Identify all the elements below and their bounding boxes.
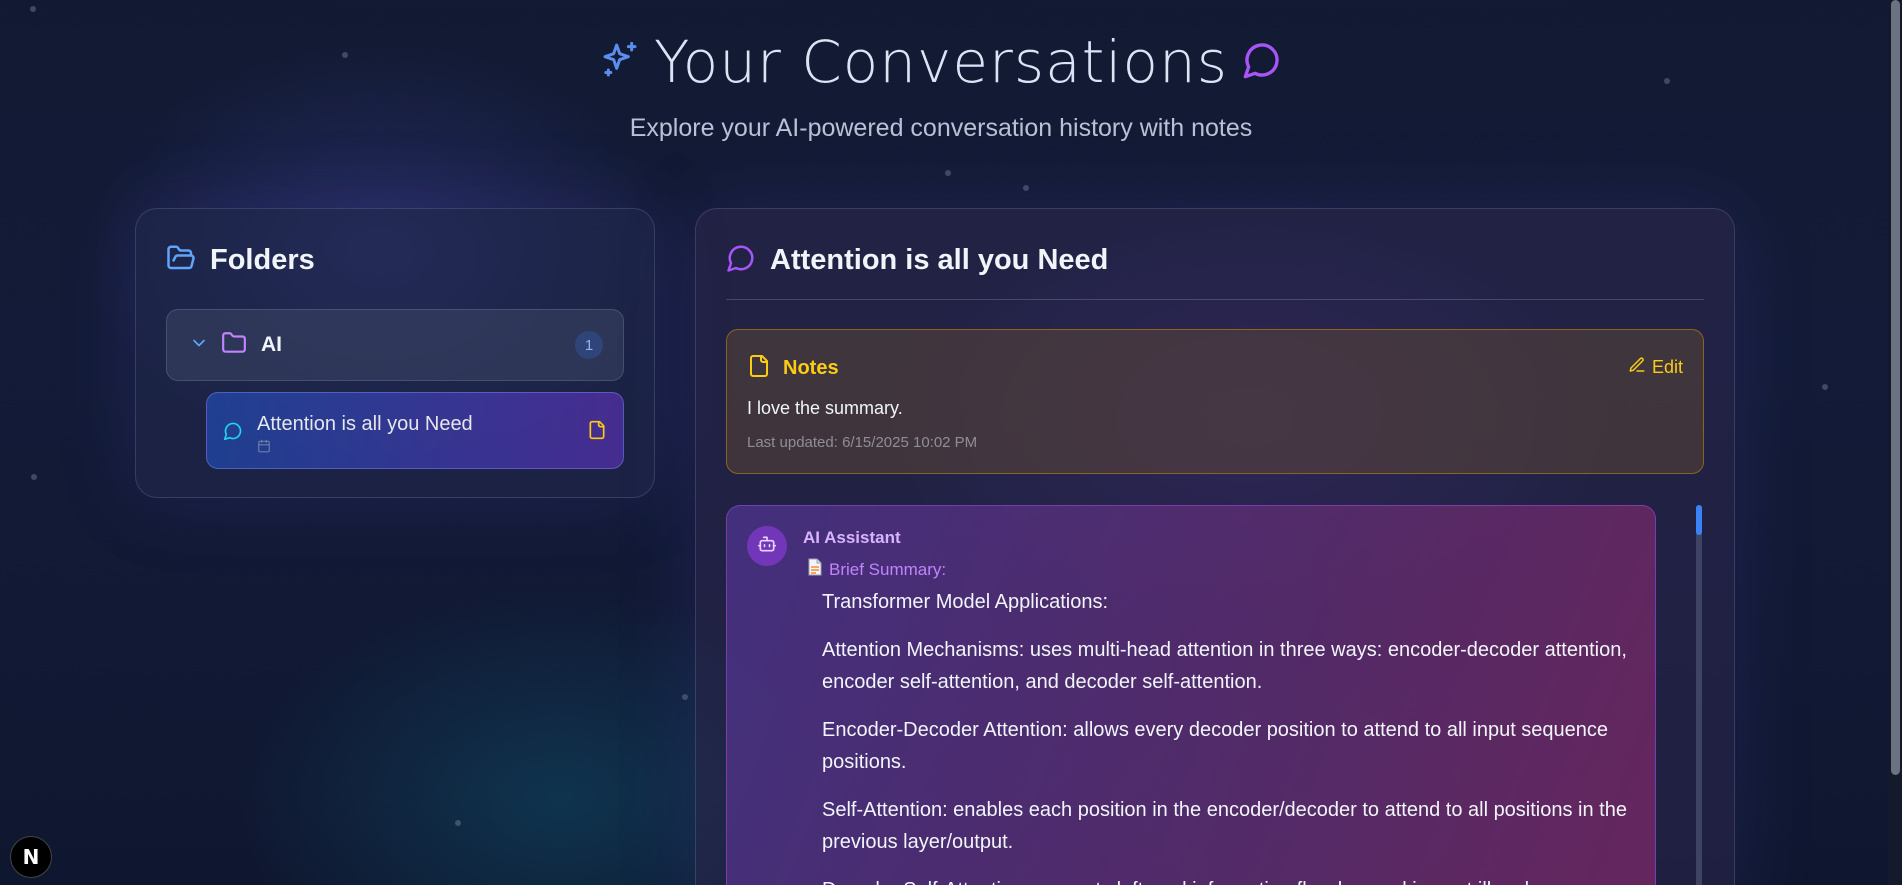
message-paragraph: Transformer Model Applications: xyxy=(822,591,1109,613)
bot-icon xyxy=(757,534,777,559)
calendar-icon xyxy=(257,439,271,458)
notes-title: Notes xyxy=(783,357,839,379)
header-divider xyxy=(726,299,1704,300)
chevron-down-icon[interactable] xyxy=(189,333,209,358)
notes-header: Notes xyxy=(747,354,839,383)
message-circle-icon xyxy=(1242,40,1282,85)
messages-scrollbar-thumb[interactable] xyxy=(1696,505,1702,535)
conversation-title: Attention is all you Need xyxy=(770,244,1109,276)
messages-scrollbar[interactable] xyxy=(1696,505,1702,885)
page-header: Your Conversations Explore your AI-power… xyxy=(0,28,1882,143)
conversation-panel: Attention is all you Need Notes Edit I l… xyxy=(695,208,1735,885)
background-dot xyxy=(30,6,36,12)
document-emoji-icon xyxy=(807,558,823,581)
page-scrollbar-thumb[interactable] xyxy=(1891,0,1900,775)
message-paragraph: Decoder Self-Attention: prevents leftwar… xyxy=(822,874,1642,885)
message-paragraph: Self-Attention: enables each position in… xyxy=(822,799,1627,853)
conversation-item-title: Attention is all you Need xyxy=(257,413,473,435)
folder-name: AI xyxy=(261,333,282,356)
background-dot xyxy=(455,820,461,826)
background-dot xyxy=(682,694,688,700)
note-icon xyxy=(747,354,771,383)
notes-timestamp: Last updated: 6/15/2025 10:02 PM xyxy=(747,434,978,451)
background-dot xyxy=(1023,185,1029,191)
summary-label-text: Brief Summary: xyxy=(829,559,947,579)
edit-label: Edit xyxy=(1651,357,1683,377)
message-circle-icon xyxy=(726,243,756,278)
dev-tools-badge[interactable]: N xyxy=(10,836,52,878)
conversation-count-badge: 1 xyxy=(575,331,603,359)
background-dot xyxy=(1822,384,1828,390)
avatar xyxy=(747,526,787,566)
assistant-message: AI Assistant Brief Summary: Transformer … xyxy=(726,505,1656,885)
background-dot xyxy=(945,170,951,176)
message-body: Transformer Model Applications: Attentio… xyxy=(822,586,1642,885)
folder-open-icon xyxy=(166,243,196,278)
message-sender: AI Assistant xyxy=(803,528,901,547)
conversation-header: Attention is all you Need xyxy=(726,243,1108,278)
folder-row-ai[interactable]: AI 1 xyxy=(166,309,624,381)
page-scrollbar[interactable] xyxy=(1888,0,1902,885)
folder-icon xyxy=(221,330,247,361)
folders-panel: Folders AI 1 Attention is all you Need xyxy=(135,208,655,498)
edit-pencil-icon xyxy=(1628,356,1646,379)
message-paragraph: Encoder-Decoder Attention: allows every … xyxy=(822,719,1609,773)
background-dot xyxy=(31,474,37,480)
edit-notes-button[interactable]: Edit xyxy=(1628,356,1683,379)
page-title: Your Conversations xyxy=(654,28,1228,96)
page-subtitle: Explore your AI-powered conversation his… xyxy=(629,114,1253,142)
note-icon xyxy=(587,420,607,445)
notes-card: Notes Edit I love the summary. Last upda… xyxy=(726,329,1704,474)
sparkles-icon xyxy=(600,40,640,85)
folders-title: Folders xyxy=(210,244,315,276)
message-circle-icon xyxy=(223,421,243,446)
summary-label: Brief Summary: xyxy=(807,558,946,581)
notes-text: I love the summary. xyxy=(747,398,903,418)
message-paragraph: Attention Mechanisms: uses multi-head at… xyxy=(822,639,1627,693)
folders-header: Folders xyxy=(166,243,315,278)
conversation-list-item[interactable]: Attention is all you Need xyxy=(206,392,624,469)
